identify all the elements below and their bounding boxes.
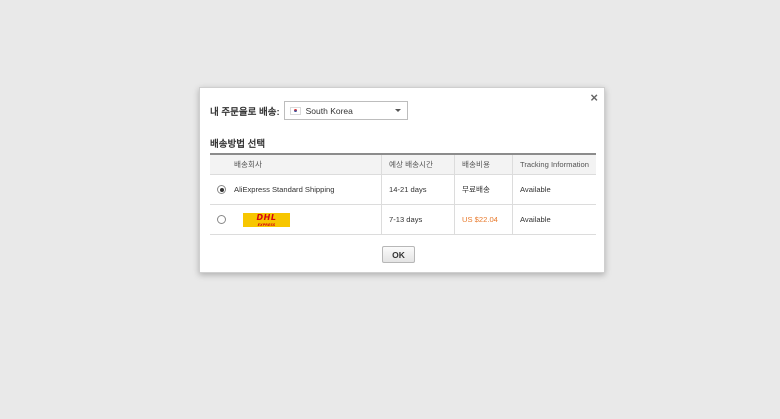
ok-button[interactable]: OK <box>382 246 415 263</box>
dhl-logo: DHL EXPRESS <box>243 212 290 227</box>
company-cell: AliExpress Standard Shipping <box>210 174 382 205</box>
radio-dhl[interactable] <box>217 215 226 224</box>
header-company: 배송회사 <box>210 153 382 175</box>
radio-aliexpress[interactable] <box>217 185 226 195</box>
header-time: 예상 배송시간 <box>381 153 455 175</box>
company-cell: DHL EXPRESS <box>210 204 382 235</box>
cost-cell: US $22.04 <box>454 204 513 235</box>
dhl-logo-subtext: EXPRESS <box>257 222 276 227</box>
tracking-cell: Available <box>512 204 596 235</box>
country-select[interactable]: South Korea <box>283 101 408 120</box>
table-header-row: 배송회사 예상 배송시간 배송비용 Tracking Information <box>210 153 596 175</box>
table-row[interactable]: AliExpress Standard Shipping 14-21 days … <box>210 174 596 205</box>
header-tracking: Tracking Information <box>512 153 596 175</box>
shipping-method-dialog: × 내 주문을로 배송: South Korea 배송방법 선택 배송회사 예상… <box>199 87 605 273</box>
section-title: 배송방법 선택 <box>210 139 266 150</box>
cost-cell: 무료배송 <box>454 174 513 205</box>
dhl-logo-text: DHL <box>256 212 277 222</box>
ship-to-row: 내 주문을로 배송: South Korea <box>210 101 408 120</box>
chevron-down-icon <box>394 109 401 112</box>
tracking-cell: Available <box>512 174 596 205</box>
time-cell: 7-13 days <box>381 204 455 235</box>
header-cost: 배송비용 <box>454 153 513 175</box>
company-name: AliExpress Standard Shipping <box>234 184 335 194</box>
table-row[interactable]: DHL EXPRESS 7-13 days US $22.04 Available <box>210 204 596 235</box>
time-cell: 14-21 days <box>381 174 455 205</box>
south-korea-flag-icon <box>289 106 301 115</box>
ship-to-label: 내 주문을로 배송: <box>210 106 280 118</box>
close-icon[interactable]: × <box>590 91 598 104</box>
country-select-value: South Korea <box>305 105 353 116</box>
shipping-table: 배송회사 예상 배송시간 배송비용 Tracking Information A… <box>210 153 596 235</box>
